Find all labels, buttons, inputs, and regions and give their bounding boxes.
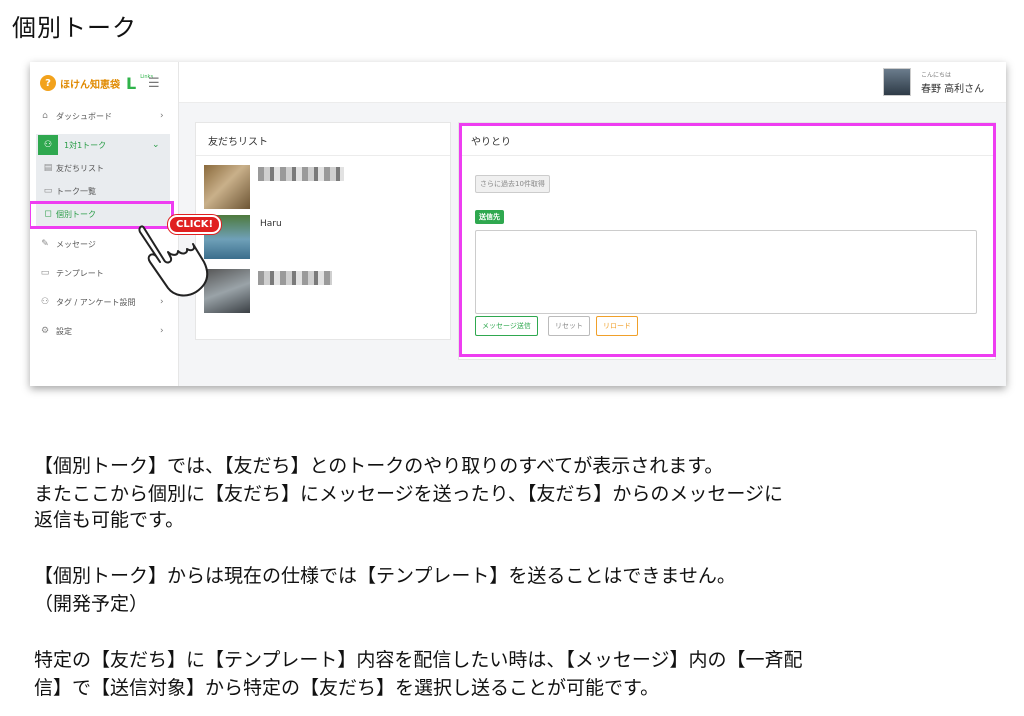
app-screenshot: ? ほけん知恵袋 L Links ☰ ⌂ ダッシュボード › ⚇ 1対1トーク … [30,62,1006,386]
friend-name: Haru [260,219,282,229]
brand-logo-icon: ? [40,75,56,91]
home-icon: ⌂ [42,111,48,121]
sidebar-item-dashboard[interactable]: ⌂ ダッシュボード › [30,105,178,127]
avatar[interactable] [883,68,911,96]
description-para1-line3: 返信も可能です。 [34,509,185,531]
friend-name-redacted [258,271,332,285]
chevron-down-icon: ⌄ [152,140,160,150]
sidebar-item-talk-group[interactable]: ⚇ 1対1トーク ⌄ [38,134,170,156]
card-divider [196,155,450,156]
description-para1-line2: またここから個別に【友だち】にメッセージを送ったり、【友だち】からのメッセージに [34,483,783,505]
users-icon: ⚇ [40,297,50,307]
description-para3-line1: 特定の【友だち】に【テンプレート】内容を配信したい時は、【メッセージ】内の【一斉… [34,649,803,671]
user-icon: ⚇ [38,135,58,155]
chevron-right-icon: › [160,326,164,336]
sidebar-item-talk-list[interactable]: ▭ トーク一覧 [40,181,168,201]
gear-icon: ⚙ [40,326,50,336]
friend-name-redacted [258,167,344,181]
description-para2-line2: （開発予定） [34,593,149,615]
description-para2-line1: 【個別トーク】からは現在の仕様では【テンプレート】を送ることはできません。 [34,565,736,587]
brand[interactable]: ? ほけん知恵袋 L Links [40,72,153,94]
sidebar-item-label: ダッシュボード [56,111,112,121]
sidebar-item-label: トーク一覧 [56,186,96,196]
hamburger-icon[interactable]: ☰ [148,76,160,91]
page-title: 個別トーク [12,14,137,42]
list-icon: ▤ [43,163,53,173]
greeting-label: こんにちは [921,72,952,79]
edit-icon: ✎ [41,239,49,249]
chevron-right-icon: › [160,111,164,121]
sidebar-item-label: 友だちリスト [56,163,104,173]
description-para3-line2: 信】で【送信対象】から特定の【友だち】を選択し送ることが可能です。 [34,677,660,699]
list-box-icon: ▭ [43,186,53,196]
sidebar-item-friends-list[interactable]: ▤ 友だちリスト [40,158,168,178]
highlight-exchange-card [459,123,996,357]
hand-pointer-icon [138,225,209,297]
topbar: こんにちは 春野 高利さん [179,62,1006,103]
description-para1-line1: 【個別トーク】では、【友だち】とのトークのやり取りのすべてが表示されます。 [34,455,724,477]
friends-card-title: 友だちリスト [208,137,268,148]
user-name[interactable]: 春野 高利さん [921,80,984,95]
sidebar-item-settings[interactable]: ⚙ 設定 › [30,320,178,342]
template-icon: ▭ [40,268,50,278]
friends-card: 友だちリスト Haru [195,122,451,340]
friend-avatar [204,165,250,209]
sidebar-item-label: 1対1トーク [64,140,107,150]
brand-l: L [126,73,137,93]
brand-name: ほけん知恵袋 [60,79,120,91]
sidebar-item-label: 設定 [56,326,72,336]
